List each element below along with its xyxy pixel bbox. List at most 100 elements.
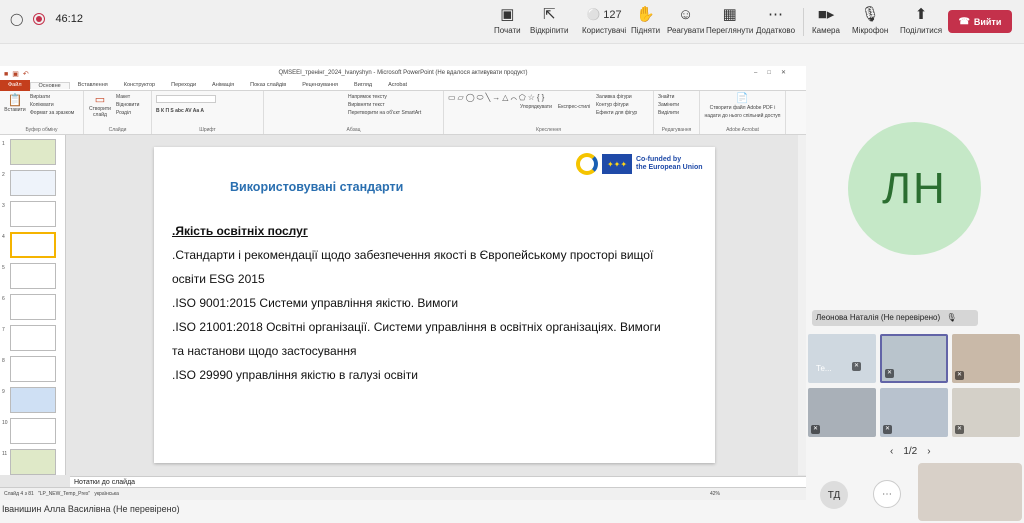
participant-tile[interactable]: ✕ xyxy=(880,388,948,437)
slide-bullet: .ISO 21001:2018 Освітні організації. Сис… xyxy=(172,320,661,334)
align-text-button[interactable]: Вирівняти текст xyxy=(348,101,439,109)
slide-thumbnail[interactable] xyxy=(10,294,56,320)
cut-button[interactable]: Вирізати xyxy=(30,93,74,101)
tab-design[interactable]: Конструктор xyxy=(116,82,163,88)
mic-button[interactable]: 🎙 Мікрофон xyxy=(852,6,888,35)
view-button[interactable]: ▦ Переглянути xyxy=(706,6,753,35)
participant-avatar-large: ЛН xyxy=(848,122,981,255)
presenter-name: Іванишин Алла Василівна (Не перевірено) xyxy=(0,502,806,523)
recording-icon xyxy=(33,13,46,25)
new-slide-button[interactable]: ▭ Створити слайд xyxy=(88,93,112,118)
ribbon-group-slides: ▭ Створити слайд Макет Відновити Розділ … xyxy=(84,91,152,134)
slide-thumbnail[interactable] xyxy=(10,139,56,165)
camera-button[interactable]: ■▸ Камера xyxy=(812,6,840,35)
arrange-button[interactable]: Упорядкувати xyxy=(520,103,552,117)
unpin-button[interactable]: ⇱ Відкріпити xyxy=(530,6,568,35)
slide-bullet: .ISO 29990 управління якістю в галузі ос… xyxy=(172,368,418,382)
shield-icon: ◯ xyxy=(10,12,24,26)
window-controls: –□✕ xyxy=(754,70,796,76)
mic-off-icon: ✕ xyxy=(955,425,964,434)
ribbon-tabs: Файл Основне Вставлення Конструктор Пере… xyxy=(0,79,806,91)
slide-thumbnail-selected[interactable] xyxy=(10,232,56,258)
meeting-status: ◯ 46:12 xyxy=(10,12,83,26)
text-direction-button[interactable]: Напрямок тексту xyxy=(348,93,439,101)
mic-off-icon: ✕ xyxy=(852,362,861,371)
ribbon: 📋 Вставити Вирізати Копіювати Формат за … xyxy=(0,91,806,135)
group-label-acrobat: Adobe Acrobat xyxy=(726,127,759,133)
people-button[interactable]: ⚪ 127 Користувачі xyxy=(582,6,626,35)
mic-off-icon: ✕ xyxy=(811,425,820,434)
replace-button[interactable]: Замінити xyxy=(658,101,695,109)
slide-bullet: освіти ESG 2015 xyxy=(172,272,265,286)
slide-thumbnail[interactable] xyxy=(10,449,56,475)
slide-thumbnail[interactable] xyxy=(10,387,56,413)
more-button[interactable]: ⋯ Додатково xyxy=(756,6,795,35)
leave-button[interactable]: ☎ Вийти xyxy=(948,10,1012,33)
participant-tile[interactable]: ✕ xyxy=(952,334,1020,383)
shape-effects-button[interactable]: Ефекти для фігур xyxy=(596,109,637,117)
share-button[interactable]: ⬆ Поділитися xyxy=(900,6,942,35)
slide-number: 7 xyxy=(2,327,5,333)
slide-title: Використовувані стандарти xyxy=(230,180,404,194)
font-format-buttons[interactable]: В К П S abc AV Aa A xyxy=(156,107,259,115)
create-pdf-button[interactable]: Створити файл Adobe PDF і xyxy=(704,104,781,112)
tab-home[interactable]: Основне xyxy=(29,81,70,89)
slide-thumbnail[interactable] xyxy=(10,263,56,289)
slide-counter: Слайд 4 з 81 xyxy=(4,491,34,497)
shape-outline-button[interactable]: Контур фігури xyxy=(596,101,637,109)
participant-tile-active[interactable]: ✕ xyxy=(880,334,948,383)
find-button[interactable]: Знайти xyxy=(658,93,695,101)
mic-off-icon: ✕ xyxy=(885,369,894,378)
people-icon: ⚪ xyxy=(586,9,601,21)
layout-button[interactable]: Макет xyxy=(116,93,139,101)
reset-button[interactable]: Відновити xyxy=(116,101,139,109)
paste-button[interactable]: 📋 Вставити xyxy=(4,93,26,117)
raise-hand-button[interactable]: ✋ Підняти xyxy=(631,6,660,35)
current-slide[interactable]: ✦✦✦ Co-funded by the European Union Вико… xyxy=(154,147,715,463)
ribbon-group-paragraph: Напрямок тексту Вирівняти текст Перетвор… xyxy=(264,91,444,134)
tab-transitions[interactable]: Переходи xyxy=(163,82,204,88)
tab-acrobat[interactable]: Acrobat xyxy=(380,82,415,88)
slide-thumbnail[interactable] xyxy=(10,170,56,196)
chat-button[interactable]: ▣ Почати xyxy=(494,6,521,35)
self-view-video[interactable] xyxy=(918,463,1022,521)
group-label-drawing: Креслення xyxy=(536,127,561,133)
tab-view[interactable]: Вигляд xyxy=(346,82,380,88)
more-participants-button[interactable]: ⋯ xyxy=(873,480,901,508)
chevron-left-icon[interactable]: ‹ xyxy=(890,446,893,457)
tab-slideshow[interactable]: Показ слайдів xyxy=(242,82,294,88)
gallery-pager: ‹ 1/2 › xyxy=(890,446,931,457)
vertical-scrollbar[interactable] xyxy=(798,135,806,475)
ppt-titlebar: ■ ▣ ↶ QMSEEI_тренінг_2024_Ivanyshyn - Mi… xyxy=(0,66,806,80)
slide-thumbnail[interactable] xyxy=(10,325,56,351)
chevron-right-icon[interactable]: › xyxy=(927,446,930,457)
copy-button[interactable]: Копіювати xyxy=(30,101,74,109)
tab-insert[interactable]: Вставлення xyxy=(70,82,116,88)
quick-styles-button[interactable]: Експрес-стилі xyxy=(558,103,590,117)
slide-number: 5 xyxy=(2,265,5,271)
shapes-gallery[interactable]: ▭▱◯⬭╲→△⌒⬠☆{} xyxy=(448,93,544,117)
group-label-editing: Редагування xyxy=(661,127,692,133)
slide-thumbnail[interactable] xyxy=(10,201,56,227)
slide-number: 11 xyxy=(2,451,8,457)
shape-fill-button[interactable]: Заливка фігури xyxy=(596,93,637,101)
participant-tile[interactable]: ✕ xyxy=(952,388,1020,437)
shared-screen: ■ ▣ ↶ QMSEEI_тренінг_2024_Ivanyshyn - Mi… xyxy=(0,66,806,500)
slide-thumbnail[interactable] xyxy=(10,356,56,382)
smartart-button[interactable]: Перетворити на об'єкт SmartArt xyxy=(348,109,439,117)
participant-tile[interactable]: Те... ✕ xyxy=(808,334,876,383)
participant-tile[interactable]: ✕ xyxy=(808,388,876,437)
participant-name-tag: Леонова Наталія (Не перевірено) 🎙 xyxy=(812,310,978,326)
phone-icon: ☎ xyxy=(958,16,970,26)
font-name-input[interactable] xyxy=(156,95,216,103)
ribbon-group-drawing: ▭▱◯⬭╲→△⌒⬠☆{} Упорядкувати Експрес-стилі … xyxy=(444,91,654,134)
group-label-clipboard: Буфер обміну xyxy=(25,127,58,133)
react-button[interactable]: ☺ Реагувати xyxy=(667,6,704,35)
tab-animation[interactable]: Анімація xyxy=(204,82,242,88)
select-button[interactable]: Виділити xyxy=(658,109,695,117)
slide-thumbnail[interactable] xyxy=(10,418,56,444)
section-button[interactable]: Розділ xyxy=(116,109,139,117)
zoom-level[interactable]: 42% xyxy=(710,488,720,500)
format-painter-button[interactable]: Формат за зразком xyxy=(30,109,74,117)
tab-review[interactable]: Рецензування xyxy=(294,82,346,88)
